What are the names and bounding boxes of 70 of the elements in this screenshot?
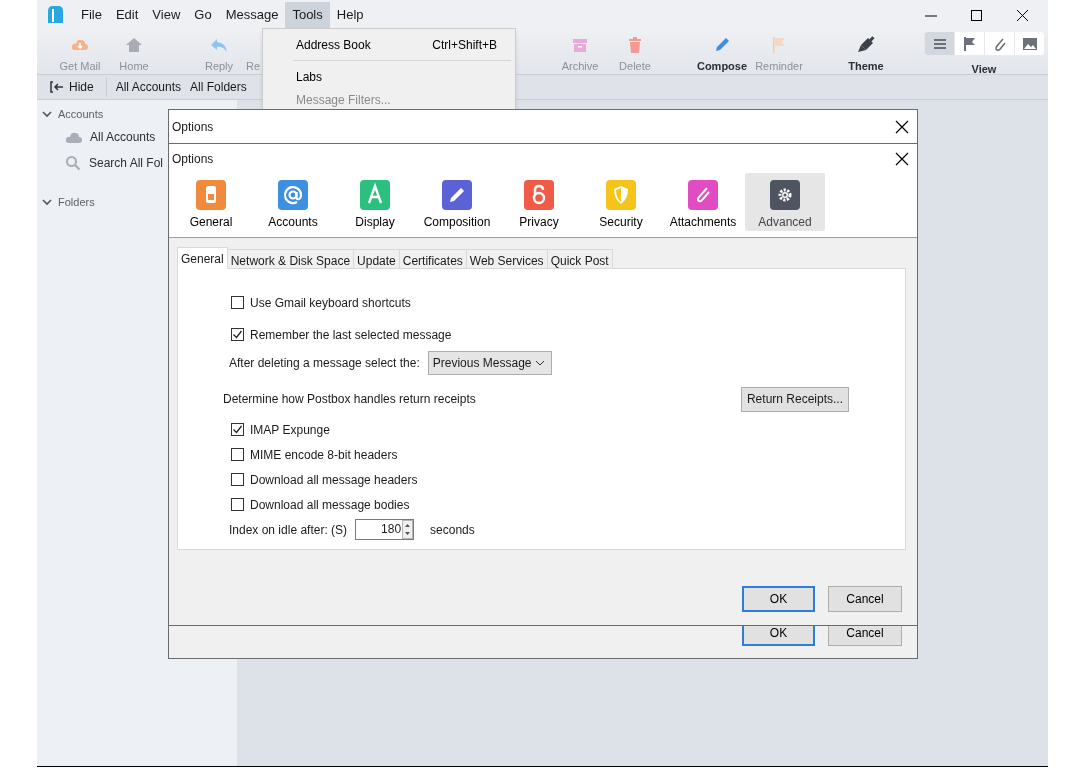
letter-a-icon	[360, 180, 390, 210]
menu-item[interactable]: Address Book Ctrl+Shift+B	[263, 33, 515, 56]
menu-item[interactable]: Edit	[108, 1, 146, 29]
checkbox-label: IMAP Expunge	[250, 421, 330, 439]
shortcut-label: Ctrl+Shift+B	[432, 36, 497, 54]
padlock-icon	[524, 180, 554, 210]
home-icon	[124, 35, 144, 55]
description-text: Determine how Postbox handles return receipts	[223, 391, 476, 408]
category-tab[interactable]: Advanced	[745, 173, 825, 231]
checkmark-icon	[232, 424, 243, 435]
search-icon	[65, 155, 81, 171]
spinner-arrows-icon	[402, 520, 414, 539]
unit-label: seconds	[430, 521, 475, 539]
return-receipts-button[interactable]: Return Receipts...	[740, 386, 849, 412]
sidebar-section-header[interactable]: Accounts	[58, 105, 104, 123]
shield-icon	[606, 180, 636, 210]
checkbox-label: MIME encode 8-bit headers	[250, 446, 398, 464]
chevron-down-icon	[534, 358, 545, 368]
dropdown[interactable]: Previous Message	[427, 351, 552, 375]
sidebar-section-header[interactable]: Folders	[58, 193, 95, 211]
gear-icon	[770, 180, 800, 210]
field-label: Index on idle after: (S)	[229, 521, 348, 539]
menu-item[interactable]: Labs	[263, 65, 515, 88]
menu-item[interactable]: File	[74, 1, 109, 29]
checkbox[interactable]	[231, 296, 244, 309]
phone-icon	[196, 180, 226, 210]
toolbar-button-label[interactable]: Theme	[848, 58, 884, 75]
field-label: After deleting a message select the:	[229, 355, 420, 372]
menu-item[interactable]: Message	[218, 1, 286, 29]
mailbox-icon	[46, 5, 64, 25]
checkbox[interactable]	[231, 498, 244, 511]
sidebar-item[interactable]: Search All Fol	[89, 154, 164, 172]
collapse-panel-icon	[50, 80, 64, 94]
tab[interactable]: Quick Post	[546, 249, 613, 269]
menu-item[interactable]: Tools	[285, 1, 330, 29]
checkbox-label: Download all message headers	[250, 471, 418, 489]
checkbox[interactable]	[231, 473, 244, 486]
menu-item[interactable]: Go	[187, 1, 219, 29]
checkbox[interactable]	[231, 448, 244, 461]
checkbox[interactable]	[231, 328, 244, 341]
view-toggle[interactable]	[924, 32, 954, 55]
number-spinner[interactable]: 180	[355, 519, 415, 540]
checkbox-label: Remember the last selected message	[250, 326, 452, 344]
checkbox[interactable]	[231, 423, 244, 436]
checkbox-label: Use Gmail keyboard shortcuts	[250, 294, 411, 312]
folder-bar-link[interactable]: All Folders	[190, 77, 247, 97]
hide-button[interactable]: Hide	[37, 77, 107, 97]
toolbar-button-label[interactable]: Compose	[696, 58, 748, 75]
view-toggle[interactable]	[1014, 32, 1044, 55]
at-sign-icon	[278, 180, 308, 210]
close-icon	[895, 119, 909, 134]
close-icon	[895, 151, 909, 166]
dialog-title: Options	[172, 118, 214, 136]
paperclip-icon	[688, 180, 718, 210]
tab[interactable]: Update	[353, 249, 400, 269]
tab[interactable]: Network & Disk Space	[226, 249, 355, 269]
paintbrush-icon	[856, 35, 876, 55]
dialog-title: Options	[172, 150, 214, 168]
tab[interactable]: General	[177, 247, 228, 269]
sidebar-item[interactable]: All Accounts	[90, 128, 156, 146]
ok-button[interactable]: OK	[742, 586, 815, 612]
cancel-button[interactable]: Cancel	[828, 586, 902, 612]
checkmark-icon	[232, 329, 243, 340]
checkbox-label: Download all message bodies	[250, 496, 410, 514]
menu-item[interactable]: Help	[329, 1, 371, 29]
cloud-icon	[65, 130, 82, 144]
toolbar-button-label[interactable]: View	[971, 61, 997, 78]
pencil-icon	[442, 180, 472, 210]
menu-item[interactable]: View	[145, 1, 188, 29]
folder-bar-link[interactable]: All Accounts	[115, 77, 182, 97]
